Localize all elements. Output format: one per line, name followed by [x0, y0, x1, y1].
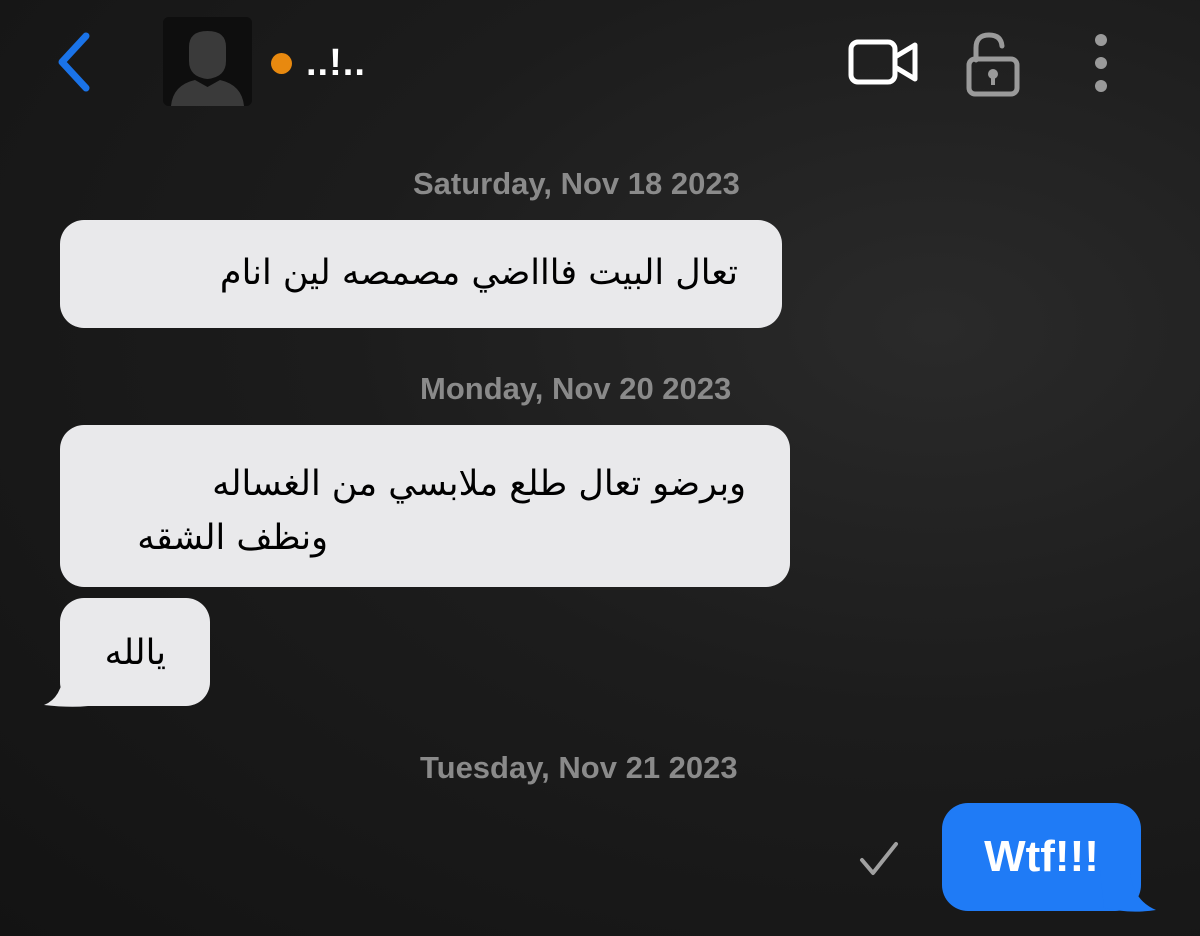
chevron-left-icon	[58, 32, 90, 92]
chat-header: ..!..	[0, 0, 1200, 130]
message-text: تعال البيت فاااضي مصمصه لين انام	[219, 253, 738, 293]
video-call-button[interactable]	[848, 38, 920, 88]
presence-status-dot	[271, 53, 292, 74]
incoming-message-bubble[interactable]: تعال البيت فاااضي مصمصه لين انام	[60, 220, 782, 328]
bubble-tail	[1100, 870, 1156, 912]
incoming-message-bubble[interactable]: وبرضو تعال طلع ملابسي من الغساله ونظف ال…	[60, 425, 790, 587]
message-text-line-2: ونظف الشقه	[137, 518, 328, 558]
unlocked-padlock-icon	[966, 32, 1020, 97]
bubble-tail	[44, 670, 88, 707]
avatar[interactable]	[163, 17, 252, 106]
checkmark-icon	[860, 842, 898, 875]
date-separator: Tuesday, Nov 21 2023	[420, 750, 738, 785]
video-camera-icon	[848, 39, 918, 85]
lock-button[interactable]	[962, 30, 1024, 98]
avatar-silhouette-icon	[163, 17, 252, 106]
message-text-line-1: وبرضو تعال طلع ملابسي من الغساله	[212, 464, 746, 504]
date-separator: Monday, Nov 20 2023	[420, 371, 732, 406]
date-separator: Saturday, Nov 18 2023	[413, 166, 740, 201]
contact-name[interactable]: ..!..	[306, 38, 366, 88]
more-options-button[interactable]	[1084, 32, 1118, 94]
vertical-ellipsis-icon	[1095, 34, 1107, 92]
back-button[interactable]	[48, 26, 104, 98]
message-text: يالله	[104, 633, 166, 673]
